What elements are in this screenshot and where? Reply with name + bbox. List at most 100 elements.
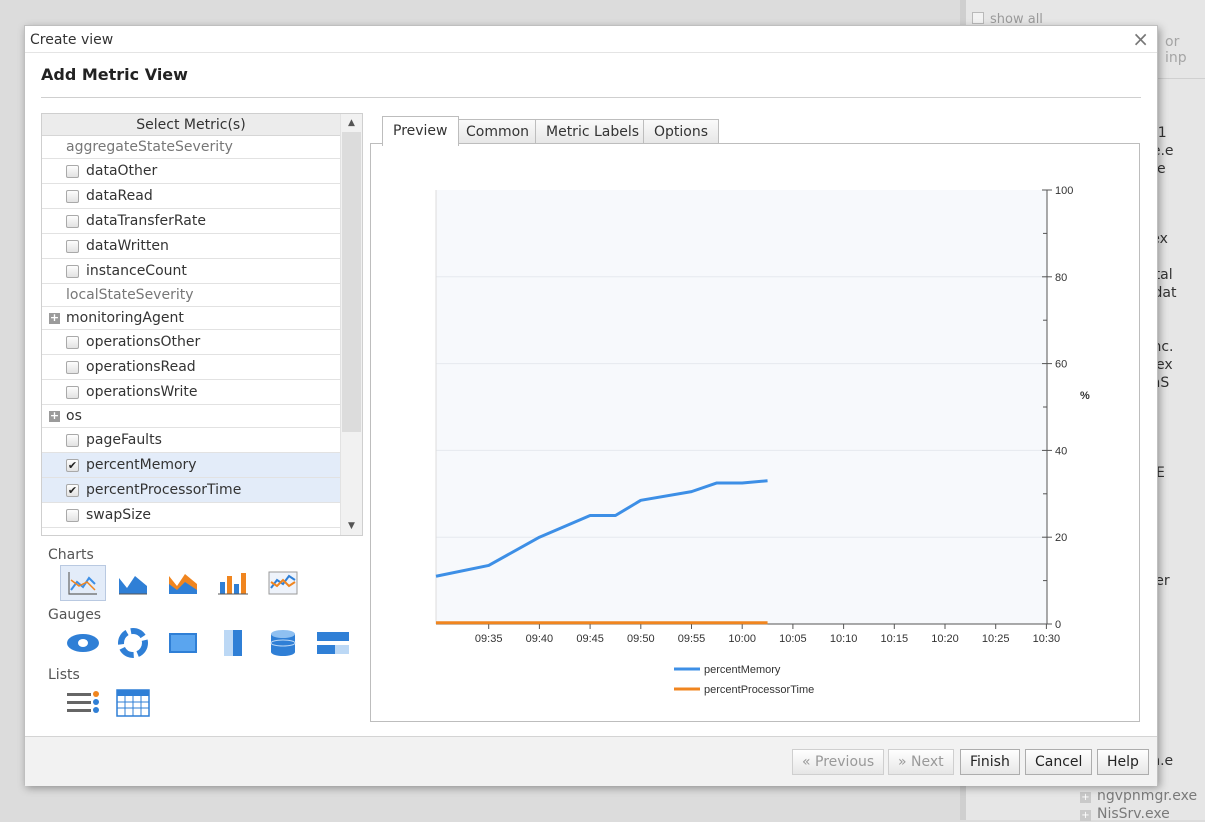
metric-list: Select Metric(s) aggregateStateSeverity d… [41,113,363,536]
x-tick-label: 10:00 [728,633,756,645]
x-tick-label: 10:10 [830,633,858,645]
metric-checkbox[interactable] [66,336,79,349]
metric-list-scrollbar[interactable]: ▲ ▼ [340,114,362,535]
area-chart-icon[interactable] [110,565,156,601]
metric-label: localStateSeverity [66,287,194,303]
x-tick-label: 09:40 [526,633,554,645]
x-tick-label: 10:15 [881,633,909,645]
list-icon[interactable] [60,685,106,721]
x-tick-label: 09:35 [475,633,503,645]
dialog-heading: Add Metric View [41,65,188,84]
metric-row[interactable]: operationsWrite [42,380,340,405]
metric-label: instanceCount [86,263,187,279]
metric-row[interactable]: dataRead [42,184,340,209]
tab-options[interactable]: Options [643,119,720,144]
stacked-area-chart-icon[interactable] [160,565,206,601]
y-axis-label: % [1080,390,1090,402]
charts-section-label: Charts [48,547,94,563]
metric-row[interactable]: dataTransferRate [42,209,340,234]
metric-checkbox[interactable] [66,509,79,522]
cylinder-gauge-icon[interactable] [260,625,306,661]
expand-icon[interactable]: + [49,410,60,422]
dialog-title: Create view [30,32,114,48]
preview-chart: 0 20 40 60 80 100% 09:35 09:40 09:45 09:50 09:55 10… [435,185,1090,696]
metric-list-header: Select Metric(s) [42,114,340,136]
ring-gauge-icon[interactable] [110,625,156,661]
next-button[interactable]: » Next [888,749,954,775]
scroll-down-icon[interactable]: ▼ [341,517,362,535]
metric-checkbox[interactable] [66,190,79,203]
metric-list-rows: aggregateStateSeverity dataOther dataRead d… [42,136,340,528]
background-tree-item[interactable]: + ngvpnmgr.exe [1080,788,1197,804]
x-tick-label: 10:25 [982,633,1010,645]
metric-checkbox[interactable] [66,215,79,228]
metric-row[interactable]: operationsRead [42,355,340,380]
vertical-bar-gauge-icon[interactable] [210,625,256,661]
metric-checkbox[interactable] [66,361,79,374]
metric-row[interactable]: swapSize [42,503,340,528]
metric-label: dataWritten [86,238,169,254]
x-tick-label: 10:30 [1033,633,1061,645]
preview-panel: 0 20 40 60 80 100% 09:35 09:40 09:45 09:50 09:55 10… [370,143,1140,722]
metric-checkbox[interactable] [66,386,79,399]
metric-label: pageFaults [86,432,162,448]
expand-icon[interactable]: + [1080,810,1091,821]
previous-button[interactable]: « Previous [792,749,885,775]
metric-row[interactable]: operationsOther [42,330,340,355]
x-tick-label: 09:55 [678,633,706,645]
metric-checkbox[interactable] [66,434,79,447]
metric-label: aggregateStateSeverity [66,139,233,155]
y-tick-label: 60 [1055,359,1067,371]
tab-metric-labels[interactable]: Metric Labels [535,119,651,144]
panel-gauge-icon[interactable] [160,625,206,661]
metric-row: localStateSeverity [42,284,340,307]
metric-row[interactable]: ✔ percentProcessorTime [42,478,340,503]
y-tick-label: 0 [1055,619,1061,631]
tab-common[interactable]: Common [455,119,541,144]
metric-label: percentMemory [86,457,197,473]
tab-preview[interactable]: Preview [382,116,459,146]
plot-area [436,190,1047,624]
metric-row[interactable]: + os [42,405,340,428]
metric-checkbox[interactable]: ✔ [66,484,79,497]
metric-checkbox[interactable] [66,165,79,178]
close-icon[interactable]: × [1132,28,1149,50]
metric-checkbox[interactable] [66,240,79,253]
scroll-thumb[interactable] [342,132,361,432]
metric-row[interactable]: instanceCount [42,259,340,284]
expand-icon[interactable]: + [1080,792,1091,803]
metric-checkbox[interactable] [66,265,79,278]
lists-section-label: Lists [48,667,80,683]
bar-chart-icon[interactable] [210,565,256,601]
metric-checkbox[interactable]: ✔ [66,459,79,472]
metric-row[interactable]: dataWritten [42,234,340,259]
metric-label: dataRead [86,188,153,204]
metric-label: monitoringAgent [66,310,184,326]
metric-row[interactable]: pageFaults [42,428,340,453]
x-tick-label: 10:05 [779,633,807,645]
metric-row[interactable]: ✔ percentMemory [42,453,340,478]
finish-button[interactable]: Finish [960,749,1020,775]
x-tick-label: 10:20 [931,633,959,645]
x-tick-label: 09:50 [627,633,655,645]
cancel-button[interactable]: Cancel [1025,749,1093,775]
horizontal-bar-gauge-icon[interactable] [310,625,356,661]
create-view-dialog: Create view × Add Metric View Select Met… [24,25,1158,786]
background-hint: or inp [1165,34,1187,66]
multi-line-chart-icon[interactable] [260,565,306,601]
line-chart-icon[interactable] [60,565,106,601]
dialog-titlebar: Create view × [25,26,1157,53]
metric-row[interactable]: + monitoringAgent [42,307,340,330]
metric-row[interactable]: dataOther [42,159,340,184]
expand-icon[interactable]: + [49,312,60,324]
metric-label: swapSize [86,507,151,523]
speedometer-gauge-icon[interactable] [60,625,106,661]
help-button[interactable]: Help [1097,749,1149,775]
y-tick-label: 40 [1055,445,1067,457]
table-icon[interactable] [110,685,156,721]
legend-label: percentProcessorTime [704,684,814,696]
metric-label: dataTransferRate [86,213,206,229]
y-tick-label: 100 [1055,185,1073,197]
y-tick-label: 80 [1055,272,1067,284]
scroll-up-icon[interactable]: ▲ [341,114,362,132]
